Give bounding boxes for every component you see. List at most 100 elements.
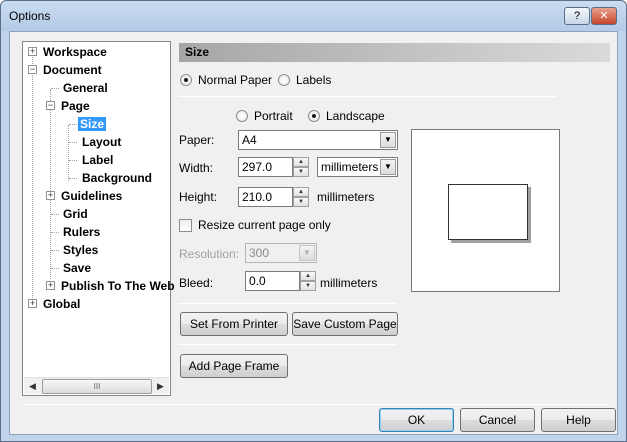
collapse-minus-icon[interactable]: − xyxy=(28,65,37,74)
tree-guide-line xyxy=(69,142,77,143)
tree-item-save[interactable]: Save xyxy=(61,260,93,276)
ok-button[interactable]: OK xyxy=(379,408,454,432)
tree-guide-line xyxy=(51,232,59,233)
checkbox-unchecked-icon xyxy=(179,218,192,232)
tree-item-general[interactable]: General xyxy=(61,80,110,96)
tree-guide-line xyxy=(51,214,59,215)
normal-paper-radio[interactable]: Normal Paper xyxy=(180,73,272,87)
page-preview xyxy=(411,129,560,292)
bleed-unit-label: millimeters xyxy=(320,276,378,290)
paper-preview-shape xyxy=(448,184,528,240)
tree-item-layout[interactable]: Layout xyxy=(80,134,123,150)
radio-checked-icon xyxy=(308,110,320,122)
tree-item-background[interactable]: Background xyxy=(80,170,154,186)
expand-plus-icon[interactable]: + xyxy=(46,281,55,290)
labels-label: Labels xyxy=(296,73,332,87)
portrait-radio[interactable]: Portrait xyxy=(236,109,293,123)
tree-item-publish-to-the-web[interactable]: + Publish To The Web xyxy=(45,278,177,294)
bleed-label: Bleed: xyxy=(179,276,214,290)
labels-radio[interactable]: Labels xyxy=(278,73,331,87)
title-bar[interactable]: Options ? ✕ xyxy=(1,1,626,31)
height-stepper[interactable]: ▲ ▼ xyxy=(293,187,309,207)
expand-plus-icon[interactable]: + xyxy=(28,47,37,56)
cancel-button[interactable]: Cancel xyxy=(460,408,535,432)
tree-item-workspace[interactable]: + Workspace xyxy=(27,44,109,60)
tree-item-rulers[interactable]: Rulers xyxy=(61,224,102,240)
tree-item-label: Styles xyxy=(63,243,99,257)
resolution-value: 300 xyxy=(249,246,270,260)
add-page-frame-button[interactable]: Add Page Frame xyxy=(180,354,288,378)
spin-down-icon[interactable]: ▼ xyxy=(300,281,316,291)
tree-horizontal-scrollbar[interactable]: ◀ III ▶ xyxy=(24,377,169,394)
tree-guide-line xyxy=(32,54,33,306)
tree-item-label: Publish To The Web xyxy=(61,279,175,293)
tree-guide-line xyxy=(68,125,69,181)
width-label: Width: xyxy=(179,161,214,175)
tree-guide-line xyxy=(69,124,77,125)
chevron-down-icon[interactable]: ▼ xyxy=(380,132,396,148)
resize-current-page-checkbox[interactable]: Resize current page only xyxy=(179,218,331,232)
paper-select[interactable]: A4 ▼ xyxy=(238,130,398,150)
spin-up-icon[interactable]: ▲ xyxy=(300,271,316,281)
height-unit-label: millimeters xyxy=(317,190,375,204)
landscape-radio[interactable]: Landscape xyxy=(308,109,385,123)
bleed-input[interactable]: 0.0 xyxy=(245,271,300,291)
height-input[interactable]: 210.0 xyxy=(238,187,293,207)
help-button[interactable]: Help xyxy=(541,408,616,432)
tree-item-styles[interactable]: Styles xyxy=(61,242,100,258)
height-label: Height: xyxy=(179,190,218,204)
close-button[interactable]: ✕ xyxy=(591,7,617,25)
normal-paper-label: Normal Paper xyxy=(198,73,273,87)
tree-item-document[interactable]: − Document xyxy=(27,62,104,78)
tree-guide-line xyxy=(51,88,59,89)
panel-header: Size xyxy=(179,43,610,62)
radio-unchecked-icon xyxy=(236,110,248,122)
tree-guide-line xyxy=(69,160,77,161)
separator xyxy=(178,344,397,345)
resolution-label: Resolution: xyxy=(179,247,240,261)
scroll-thumb[interactable]: III xyxy=(42,379,152,394)
spin-down-icon[interactable]: ▼ xyxy=(293,167,309,177)
chevron-down-icon[interactable]: ▼ xyxy=(299,245,315,261)
scroll-right-icon[interactable]: ▶ xyxy=(152,378,169,395)
save-custom-page-button[interactable]: Save Custom Page xyxy=(292,312,398,336)
bleed-stepper[interactable]: ▲ ▼ xyxy=(300,271,316,291)
width-input[interactable]: 297.0 xyxy=(238,157,293,177)
tree-item-size[interactable]: Size xyxy=(78,116,107,132)
tree-item-label-page[interactable]: Label xyxy=(80,152,115,168)
dialog-body: + Workspace − Document General − Page Si… xyxy=(9,31,618,435)
chevron-down-icon[interactable]: ▼ xyxy=(380,159,396,175)
collapse-minus-icon[interactable]: − xyxy=(46,101,55,110)
units-select[interactable]: millimeters ▼ xyxy=(317,157,398,177)
scroll-left-icon[interactable]: ◀ xyxy=(24,378,41,395)
resize-label: Resize current page only xyxy=(198,218,331,232)
tree-item-label: Label xyxy=(82,153,114,167)
tree-item-guidelines[interactable]: + Guidelines xyxy=(45,188,124,204)
help-title-button[interactable]: ? xyxy=(564,7,590,25)
spin-down-icon[interactable]: ▼ xyxy=(293,197,309,207)
options-window: Options ? ✕ + Workspace − Document Gener… xyxy=(0,0,627,442)
landscape-label: Landscape xyxy=(326,109,385,123)
footer-separator xyxy=(22,404,608,405)
options-tree[interactable]: + Workspace − Document General − Page Si… xyxy=(22,41,175,396)
tree-item-grid[interactable]: Grid xyxy=(61,206,90,222)
expand-plus-icon[interactable]: + xyxy=(46,191,55,200)
tree-item-page[interactable]: − Page xyxy=(45,98,92,114)
spin-up-icon[interactable]: ▲ xyxy=(293,187,309,197)
radio-unchecked-icon xyxy=(278,74,290,86)
tree-item-label: Layout xyxy=(82,135,122,149)
tree-item-global[interactable]: + Global xyxy=(27,296,82,312)
spin-up-icon[interactable]: ▲ xyxy=(293,157,309,167)
tree-item-label: Page xyxy=(61,99,90,113)
resolution-select[interactable]: 300 ▼ xyxy=(245,243,317,263)
width-stepper[interactable]: ▲ ▼ xyxy=(293,157,309,177)
set-from-printer-button[interactable]: Set From Printer xyxy=(180,312,288,336)
tree-item-label: Rulers xyxy=(63,225,101,239)
tree-item-label: Grid xyxy=(63,207,88,221)
expand-plus-icon[interactable]: + xyxy=(28,299,37,308)
tree-item-label: Workspace xyxy=(43,45,107,59)
tree-item-label: Size xyxy=(78,117,107,131)
tree-item-label: General xyxy=(63,81,108,95)
tree-item-label: Global xyxy=(43,297,81,311)
separator xyxy=(178,303,397,304)
